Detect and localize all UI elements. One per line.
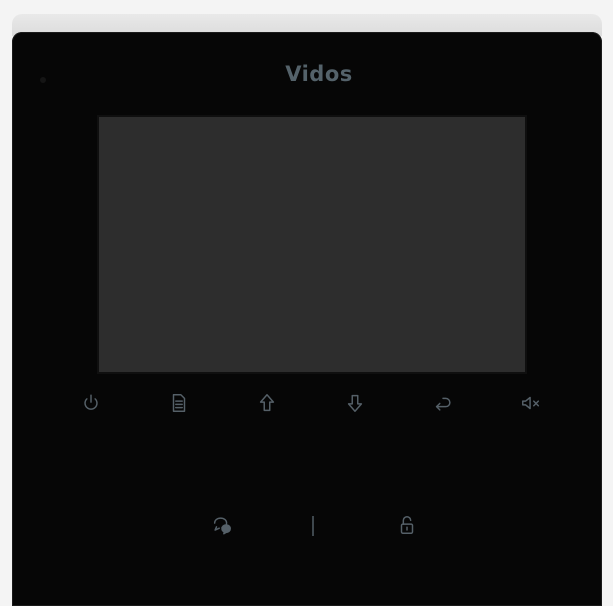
brand-logo: Vidos <box>285 62 353 86</box>
intercom-button[interactable] <box>207 510 237 540</box>
power-icon <box>84 394 98 410</box>
menu-button[interactable] <box>164 388 194 418</box>
return-icon <box>435 397 451 411</box>
arrow-up-icon <box>259 394 275 412</box>
unlock-icon <box>400 516 414 534</box>
power-button[interactable] <box>76 388 106 418</box>
sensor-dot <box>40 77 46 83</box>
front-panel: Vidos <box>12 32 602 606</box>
mute-icon <box>522 396 540 410</box>
mute-button[interactable] <box>516 388 546 418</box>
return-button[interactable] <box>428 388 458 418</box>
down-button[interactable] <box>340 388 370 418</box>
display-screen <box>99 117 525 372</box>
button-separator <box>312 516 314 536</box>
arrow-down-icon <box>347 394 363 412</box>
menu-document-icon <box>172 394 186 412</box>
intercom-chat-icon <box>213 517 231 535</box>
unlock-button[interactable] <box>392 510 422 540</box>
up-button[interactable] <box>252 388 282 418</box>
intercom-monitor: Vidos <box>0 0 613 606</box>
